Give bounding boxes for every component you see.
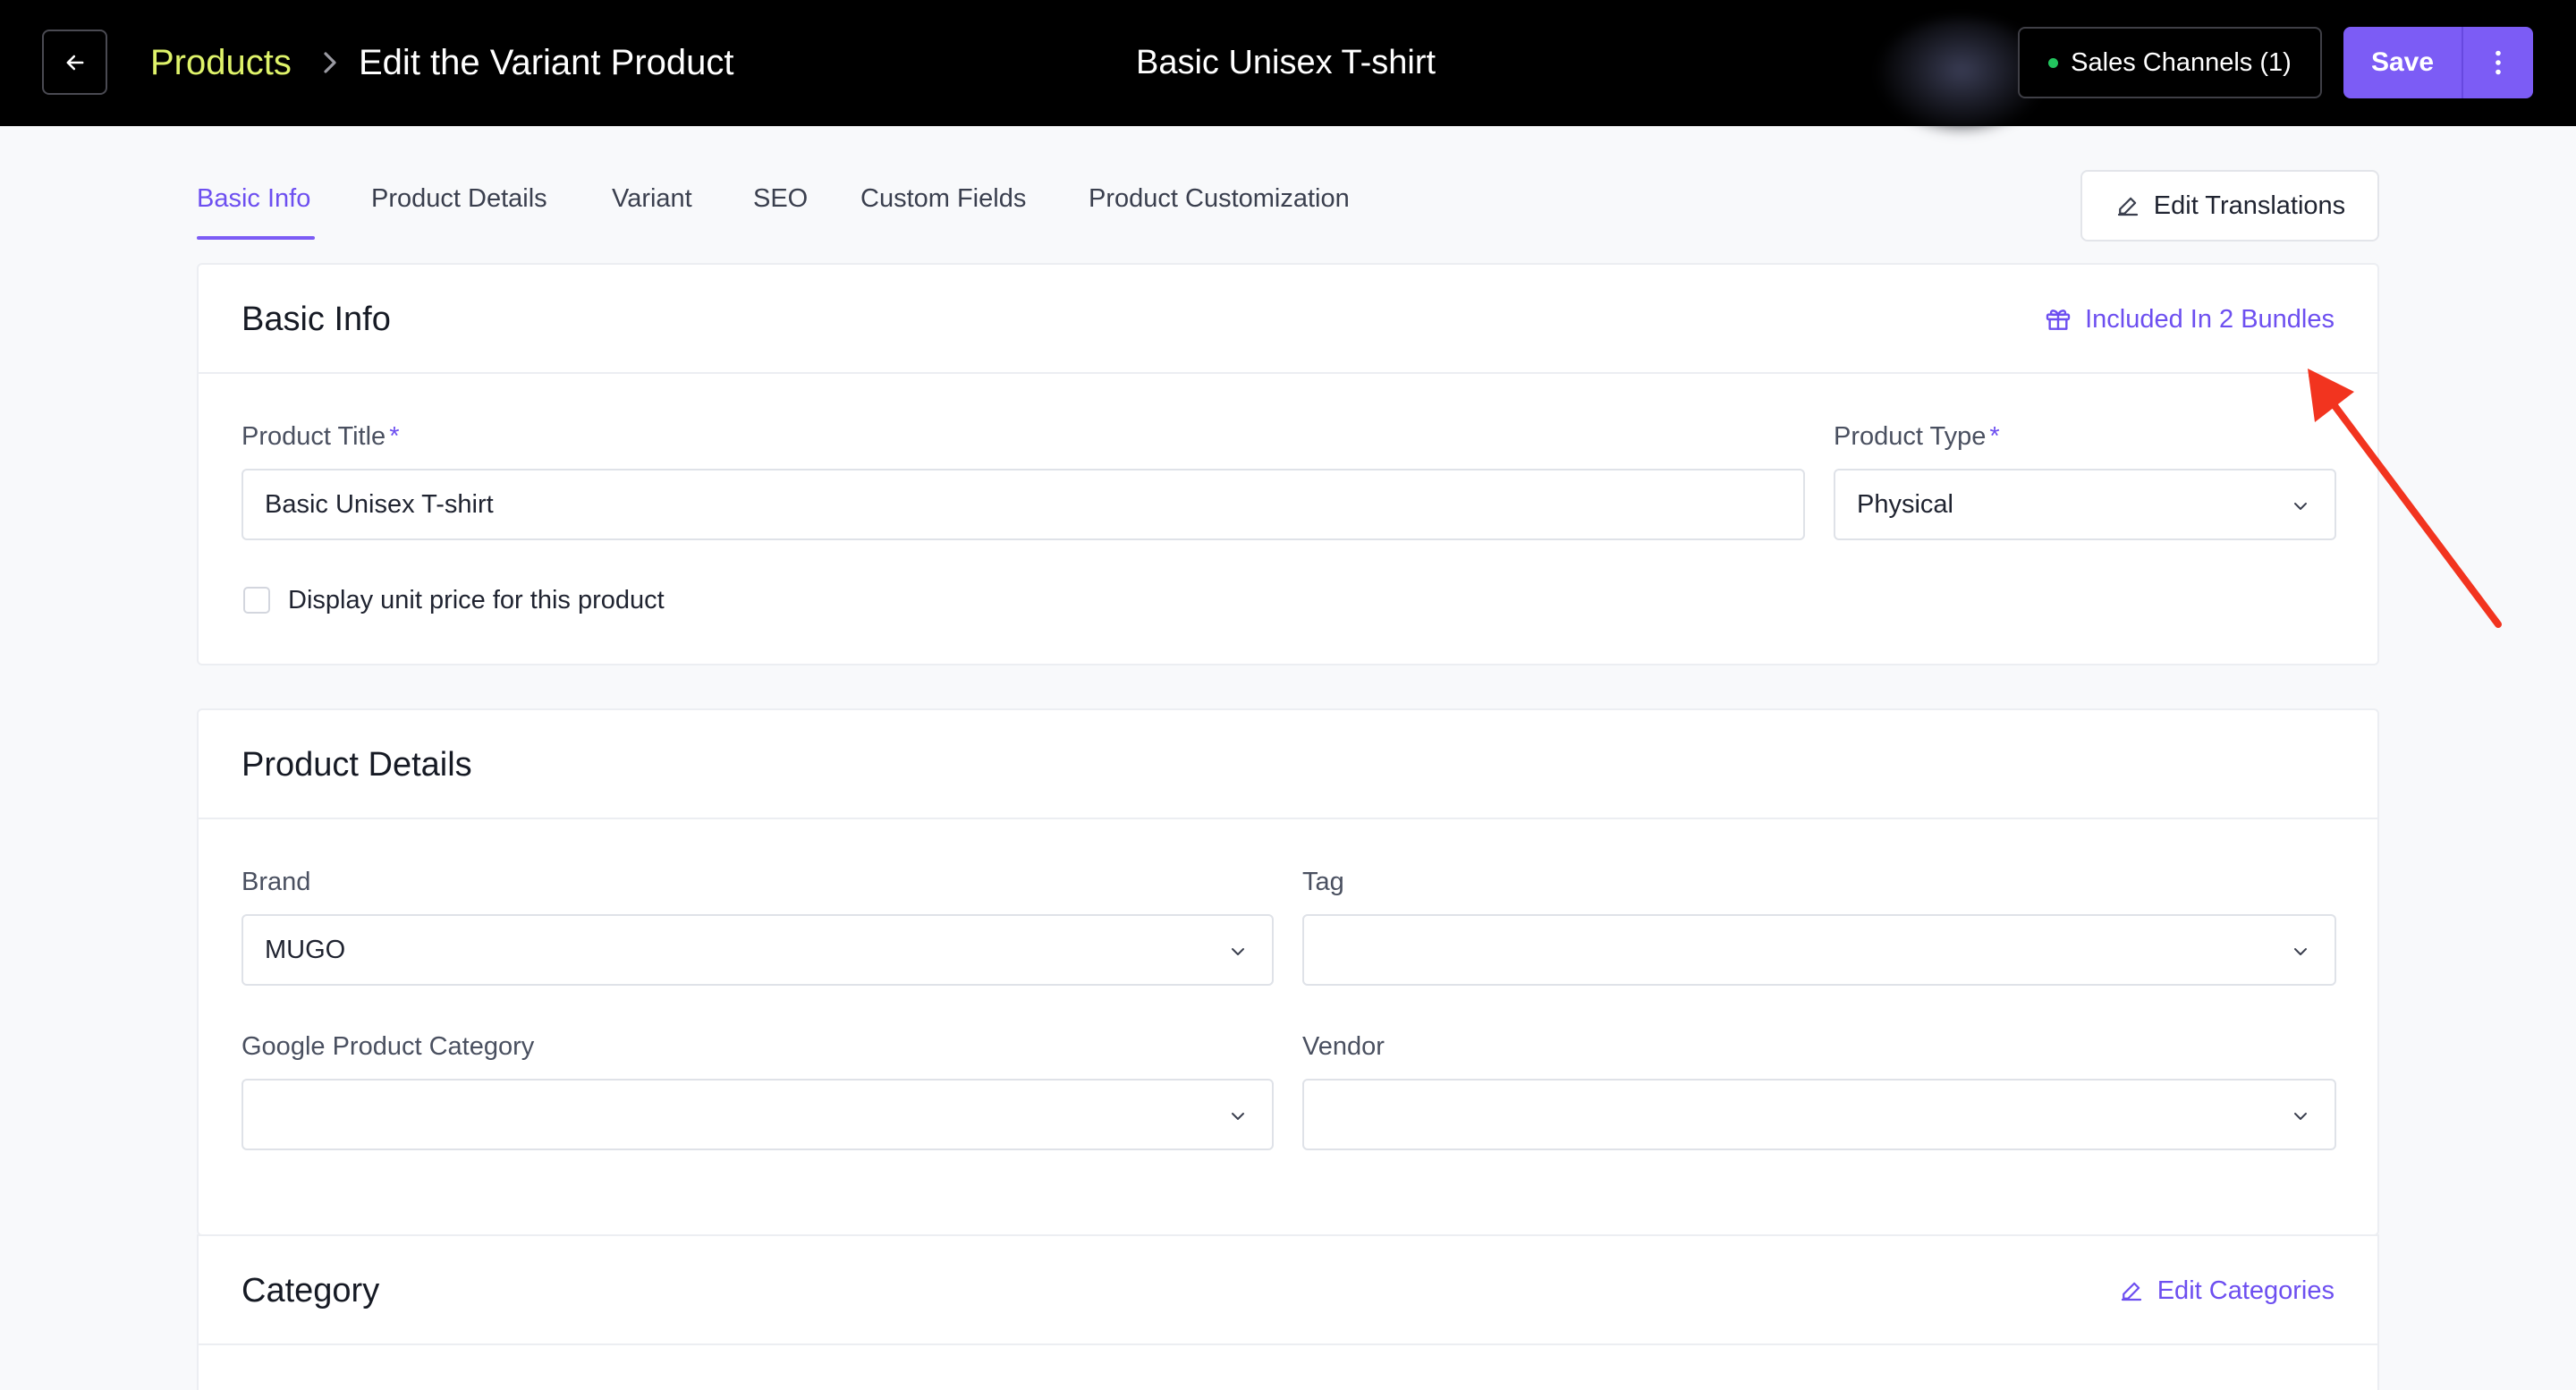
category-card: Category Edit Categories [197,1234,2379,1390]
basic-info-card: Basic Info Included In 2 Bundles Product… [197,263,2379,665]
back-button[interactable] [42,30,107,95]
product-title-label-text: Product Title [242,422,386,451]
tab-product-details[interactable]: Product Details [371,177,547,220]
tag-label: Tag [1302,868,1344,896]
brand-select[interactable]: MUGO [242,914,1274,986]
chevron-down-icon [1232,948,1244,955]
tab-seo[interactable]: SEO [753,177,808,220]
product-type-label-text: Product Type [1834,422,1987,451]
brand-value: MUGO [265,935,346,964]
vendor-select[interactable] [1302,1079,2336,1150]
tab-variant[interactable]: Variant [612,177,692,220]
tab-custom-fields[interactable]: Custom Fields [860,177,1026,220]
save-button[interactable]: Save [2343,27,2463,98]
chevron-down-icon [1232,1113,1244,1120]
product-name-title: Basic Unisex T-shirt [1136,44,1436,81]
product-title-input[interactable]: Basic Unisex T-shirt [242,469,1805,540]
more-options-button[interactable] [2463,27,2533,98]
pencil-icon [2121,1282,2141,1301]
tab-product-customization[interactable]: Product Customization [1089,177,1350,220]
included-in-bundles-label: Included In 2 Bundles [2085,305,2334,334]
google-product-category-select[interactable] [242,1079,1274,1150]
basic-info-title: Basic Info [242,301,391,338]
product-details-title: Product Details [242,746,472,784]
product-type-select[interactable]: Physical [1834,469,2336,540]
unit-price-checkbox-label[interactable]: Display unit price for this product [288,582,665,618]
product-type-label: Product Type * [1834,419,2000,454]
active-tab-indicator [197,236,315,240]
sales-channels-button[interactable]: Sales Channels (1) [2018,27,2322,98]
edit-translations-label: Edit Translations [2153,191,2346,220]
chevron-right-icon [324,52,336,73]
gift-icon [2046,309,2071,330]
save-button-group: Save [2343,27,2533,98]
pencil-icon [2117,197,2138,216]
annotation-arrow-icon [2308,369,2502,628]
required-mark: * [389,422,400,451]
category-header: Category Edit Categories [199,1236,2377,1345]
category-title: Category [242,1272,380,1309]
chevron-down-icon [2294,1113,2307,1120]
required-mark: * [1989,422,2000,451]
edit-categories-label: Edit Categories [2157,1276,2334,1305]
vendor-label: Vendor [1302,1032,1385,1061]
brand-label: Brand [242,868,311,896]
product-title-value: Basic Unisex T-shirt [265,489,494,519]
product-type-value: Physical [1857,489,1953,519]
unit-price-checkbox[interactable] [243,587,270,614]
tag-select[interactable] [1302,914,2336,986]
product-details-header: Product Details [199,710,2377,819]
basic-info-header: Basic Info Included In 2 Bundles [199,265,2377,374]
chevron-down-icon [2294,948,2307,955]
status-dot-icon [2048,57,2059,68]
top-bar: Products Edit the Variant Product Basic … [0,0,2576,134]
more-vertical-icon [2496,50,2501,75]
breadcrumb-products-link[interactable]: Products [150,38,292,88]
included-in-bundles-link[interactable]: Included In 2 Bundles [2044,301,2334,338]
edit-translations-button[interactable]: Edit Translations [2080,170,2379,242]
edit-categories-link[interactable]: Edit Categories [2118,1272,2334,1309]
tab-basic-info[interactable]: Basic Info [197,177,310,220]
sales-channels-label: Sales Channels (1) [2071,47,2292,77]
back-arrow-icon [66,55,83,70]
product-title-label: Product Title * [242,419,399,454]
google-product-category-label: Google Product Category [242,1032,535,1061]
breadcrumb-current: Edit the Variant Product [359,43,734,82]
product-details-card: Product Details Brand MUGO Tag Google Pr… [197,708,2379,1236]
